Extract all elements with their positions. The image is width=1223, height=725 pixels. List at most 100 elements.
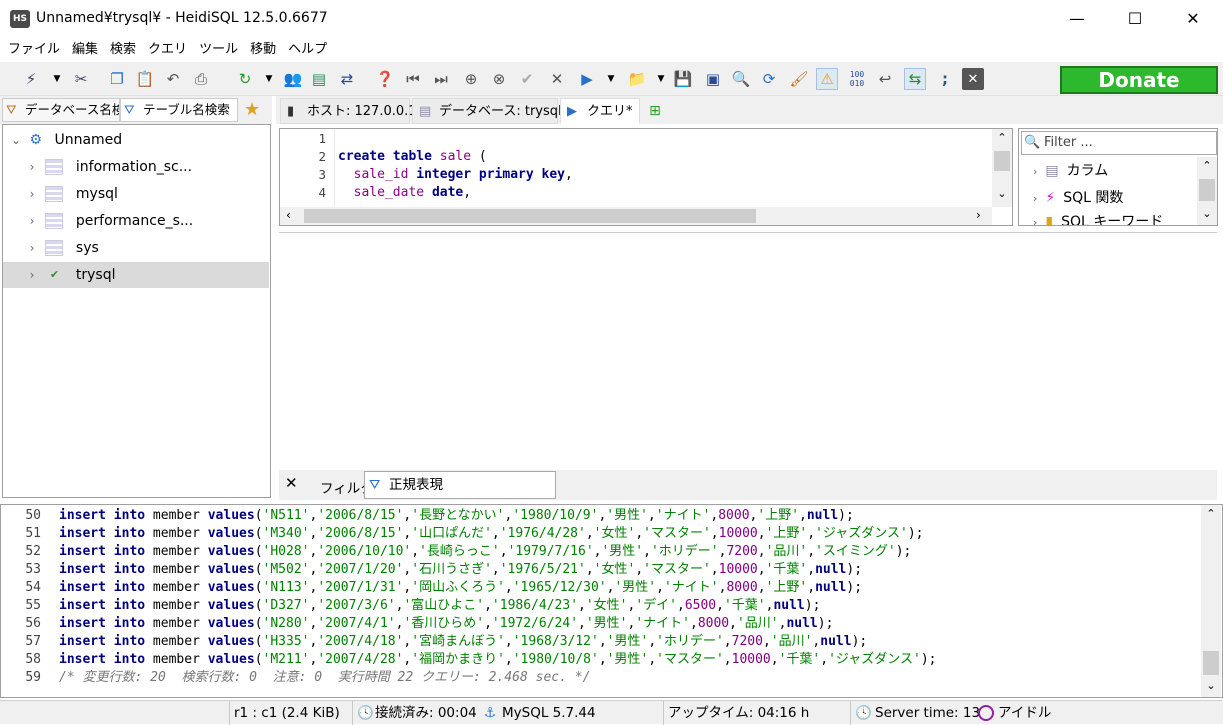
collapse-chevron-icon[interactable]: › bbox=[23, 235, 41, 261]
print-icon[interactable]: ⎙ bbox=[190, 68, 212, 90]
log-line-number: 51 bbox=[25, 526, 41, 541]
favorite-star-icon[interactable]: ★ bbox=[244, 98, 264, 122]
editor-vscrollbar[interactable]: ⌃ ⌄ bbox=[992, 129, 1012, 207]
table-filter-icon: ⛛ bbox=[124, 102, 135, 117]
collapse-chevron-icon[interactable]: › bbox=[23, 208, 41, 234]
run-dropdown-icon[interactable]: ▼ bbox=[600, 68, 622, 90]
refresh-icon[interactable]: ↻ bbox=[234, 68, 256, 90]
maximize-button[interactable]: ☐ bbox=[1106, 0, 1164, 38]
connect-dropdown-icon[interactable]: ▼ bbox=[46, 68, 68, 90]
close-filter-icon[interactable]: ✕ bbox=[285, 474, 298, 492]
regex-filter-input[interactable]: ⛛ 正規表現 bbox=[364, 471, 556, 499]
save-snippet-icon[interactable]: ▣ bbox=[702, 68, 724, 90]
paste-icon[interactable]: 📋 bbox=[134, 68, 156, 90]
regex-icon: ⛛ bbox=[369, 477, 381, 493]
stop-icon[interactable]: ✕ bbox=[962, 68, 984, 90]
open-file-icon[interactable]: 📁 bbox=[626, 68, 648, 90]
tree-db-node[interactable]: › sys bbox=[23, 235, 99, 261]
expand-chevron-icon[interactable]: ⌄ bbox=[7, 127, 25, 153]
title-bar: HS Unnamed¥trysql¥ - HeidiSQL 12.5.0.667… bbox=[0, 0, 1223, 38]
refresh-dropdown-icon[interactable]: ▼ bbox=[258, 68, 280, 90]
tree-db-node-selected[interactable]: › ✔ trysql bbox=[3, 262, 269, 288]
columns-icon: ▤ bbox=[1045, 163, 1059, 179]
host-icon: ▮ bbox=[287, 104, 295, 119]
log-line: 58 insert into member values('M211','2007… bbox=[1, 651, 936, 669]
table-filter-tab[interactable]: ⛛ テーブル名検索 bbox=[120, 98, 238, 122]
editor-line: create table sale ( bbox=[338, 149, 487, 164]
undo-icon[interactable]: ↶ bbox=[162, 68, 184, 90]
format-sql-icon[interactable]: 🖌 bbox=[788, 68, 810, 90]
tab-host[interactable]: ▮ ホスト: 127.0.0.1 bbox=[280, 98, 417, 124]
collapse-chevron-icon[interactable]: › bbox=[23, 262, 41, 288]
sql-log[interactable]: 50 insert into member values('N511','2006… bbox=[0, 504, 1223, 698]
insert-record-icon[interactable]: ⊕ bbox=[460, 68, 482, 90]
helper-item-functions[interactable]: › ⚡ SQL 関数 bbox=[1033, 185, 1123, 211]
sql-editor[interactable]: 1 2 3 4 create table sale ( sale_id inte… bbox=[279, 128, 1013, 226]
menu-query[interactable]: クエリ bbox=[142, 38, 193, 62]
minimize-button[interactable]: — bbox=[1048, 0, 1106, 38]
transfer-icon[interactable]: ⇄ bbox=[336, 68, 358, 90]
help-icon[interactable]: ❓ bbox=[374, 68, 396, 90]
user-manager-icon[interactable]: 👥 bbox=[282, 68, 304, 90]
close-button[interactable]: ✕ bbox=[1164, 0, 1222, 38]
find-icon[interactable]: 🔍 bbox=[730, 68, 752, 90]
disconnect-icon[interactable]: ✂ bbox=[70, 68, 92, 90]
replace-icon[interactable]: ⟳ bbox=[758, 68, 780, 90]
play-icon: ▶ bbox=[567, 104, 577, 119]
menu-tools[interactable]: ツール bbox=[193, 38, 244, 62]
log-line-text: insert into member values('N280','2007/4… bbox=[59, 616, 834, 631]
log-line-text: insert into member values('D327','2007/3… bbox=[59, 598, 821, 613]
log-line-text: insert into member values('N511','2006/8… bbox=[59, 508, 854, 523]
menu-file[interactable]: ファイル bbox=[2, 38, 66, 62]
tree-root-node[interactable]: ⌄ ⚙ Unnamed bbox=[7, 127, 122, 153]
tree-db-node[interactable]: › information_sc... bbox=[23, 154, 192, 180]
new-tab-icon[interactable]: ⊞ bbox=[644, 100, 666, 122]
wrap-icon[interactable]: ↩ bbox=[874, 68, 896, 90]
open-dropdown-icon[interactable]: ▼ bbox=[650, 68, 672, 90]
first-record-icon[interactable]: ⏮ bbox=[402, 68, 424, 90]
connect-icon[interactable]: ⚡ bbox=[20, 68, 42, 90]
menu-go[interactable]: 移動 bbox=[244, 38, 282, 62]
menu-help[interactable]: ヘルプ bbox=[282, 38, 333, 62]
helper-item-keywords[interactable]: › ▮ SQL キーワード bbox=[1033, 212, 1163, 225]
cancel-record-icon[interactable]: ✕ bbox=[546, 68, 568, 90]
query-tabs: ▮ ホスト: 127.0.0.1 ▤ データベース: trysql ▶ クエリ*… bbox=[276, 96, 1223, 124]
menu-edit[interactable]: 編集 bbox=[66, 38, 104, 62]
semicolon-icon[interactable]: ; bbox=[934, 68, 956, 90]
collapse-chevron-icon[interactable]: › bbox=[23, 181, 41, 207]
log-line-text: insert into member values('M340','2006/8… bbox=[59, 526, 924, 541]
helper-vscrollbar[interactable]: ⌃ ⌄ bbox=[1197, 157, 1217, 225]
filter-bar: ✕ フィルタ ⛛ 正規表現 bbox=[279, 470, 1217, 500]
tab-query[interactable]: ▶ クエリ* bbox=[560, 98, 640, 124]
left-filter-tabs: ⛛ データベース名検 ⛛ テーブル名検索 ★ bbox=[0, 96, 272, 124]
collapse-chevron-icon[interactable]: › bbox=[23, 154, 41, 180]
copy-icon[interactable]: ❐ bbox=[106, 68, 128, 90]
helper-filter-input[interactable]: 🔍 Filter ... bbox=[1021, 131, 1217, 155]
sync-icon[interactable]: ⇆ bbox=[904, 68, 926, 90]
log-line-number: 58 bbox=[25, 652, 41, 667]
donate-button[interactable]: Donate bbox=[1060, 66, 1218, 94]
post-record-icon[interactable]: ✔ bbox=[516, 68, 538, 90]
run-query-icon[interactable]: ▶ bbox=[576, 68, 598, 90]
editor-hscrollbar[interactable]: ‹ › bbox=[280, 207, 992, 225]
active-database-icon: ✔ bbox=[49, 268, 60, 281]
db-filter-tab[interactable]: ⛛ データベース名検 bbox=[2, 98, 120, 122]
log-line: 52 insert into member values('H028','2006… bbox=[1, 543, 911, 561]
delete-record-icon[interactable]: ⊗ bbox=[488, 68, 510, 90]
warning-icon[interactable]: ⚠ bbox=[816, 68, 838, 90]
log-line: 56 insert into member values('N280','2007… bbox=[1, 615, 833, 633]
binary-icon[interactable]: 100 010 bbox=[846, 68, 868, 90]
log-vscrollbar[interactable]: ⌃ ⌄ bbox=[1201, 505, 1221, 697]
tree-db-node[interactable]: › mysql bbox=[23, 181, 118, 207]
export-csv-icon[interactable]: ▤ bbox=[308, 68, 330, 90]
menu-search[interactable]: 検索 bbox=[104, 38, 142, 62]
save-icon[interactable]: 💾 bbox=[672, 68, 694, 90]
last-record-icon[interactable]: ⏭ bbox=[430, 68, 452, 90]
log-line-text: insert into member values('H335','2007/4… bbox=[59, 634, 868, 649]
tab-database[interactable]: ▤ データベース: trysql bbox=[412, 98, 562, 124]
helper-item-columns[interactable]: › ▤ カラム bbox=[1033, 158, 1108, 184]
database-icon bbox=[45, 213, 64, 229]
log-line: 51 insert into member values('M340','2006… bbox=[1, 525, 923, 543]
log-line-text: insert into member values('M211','2007/4… bbox=[59, 652, 937, 667]
tree-db-node[interactable]: › performance_s... bbox=[23, 208, 193, 234]
